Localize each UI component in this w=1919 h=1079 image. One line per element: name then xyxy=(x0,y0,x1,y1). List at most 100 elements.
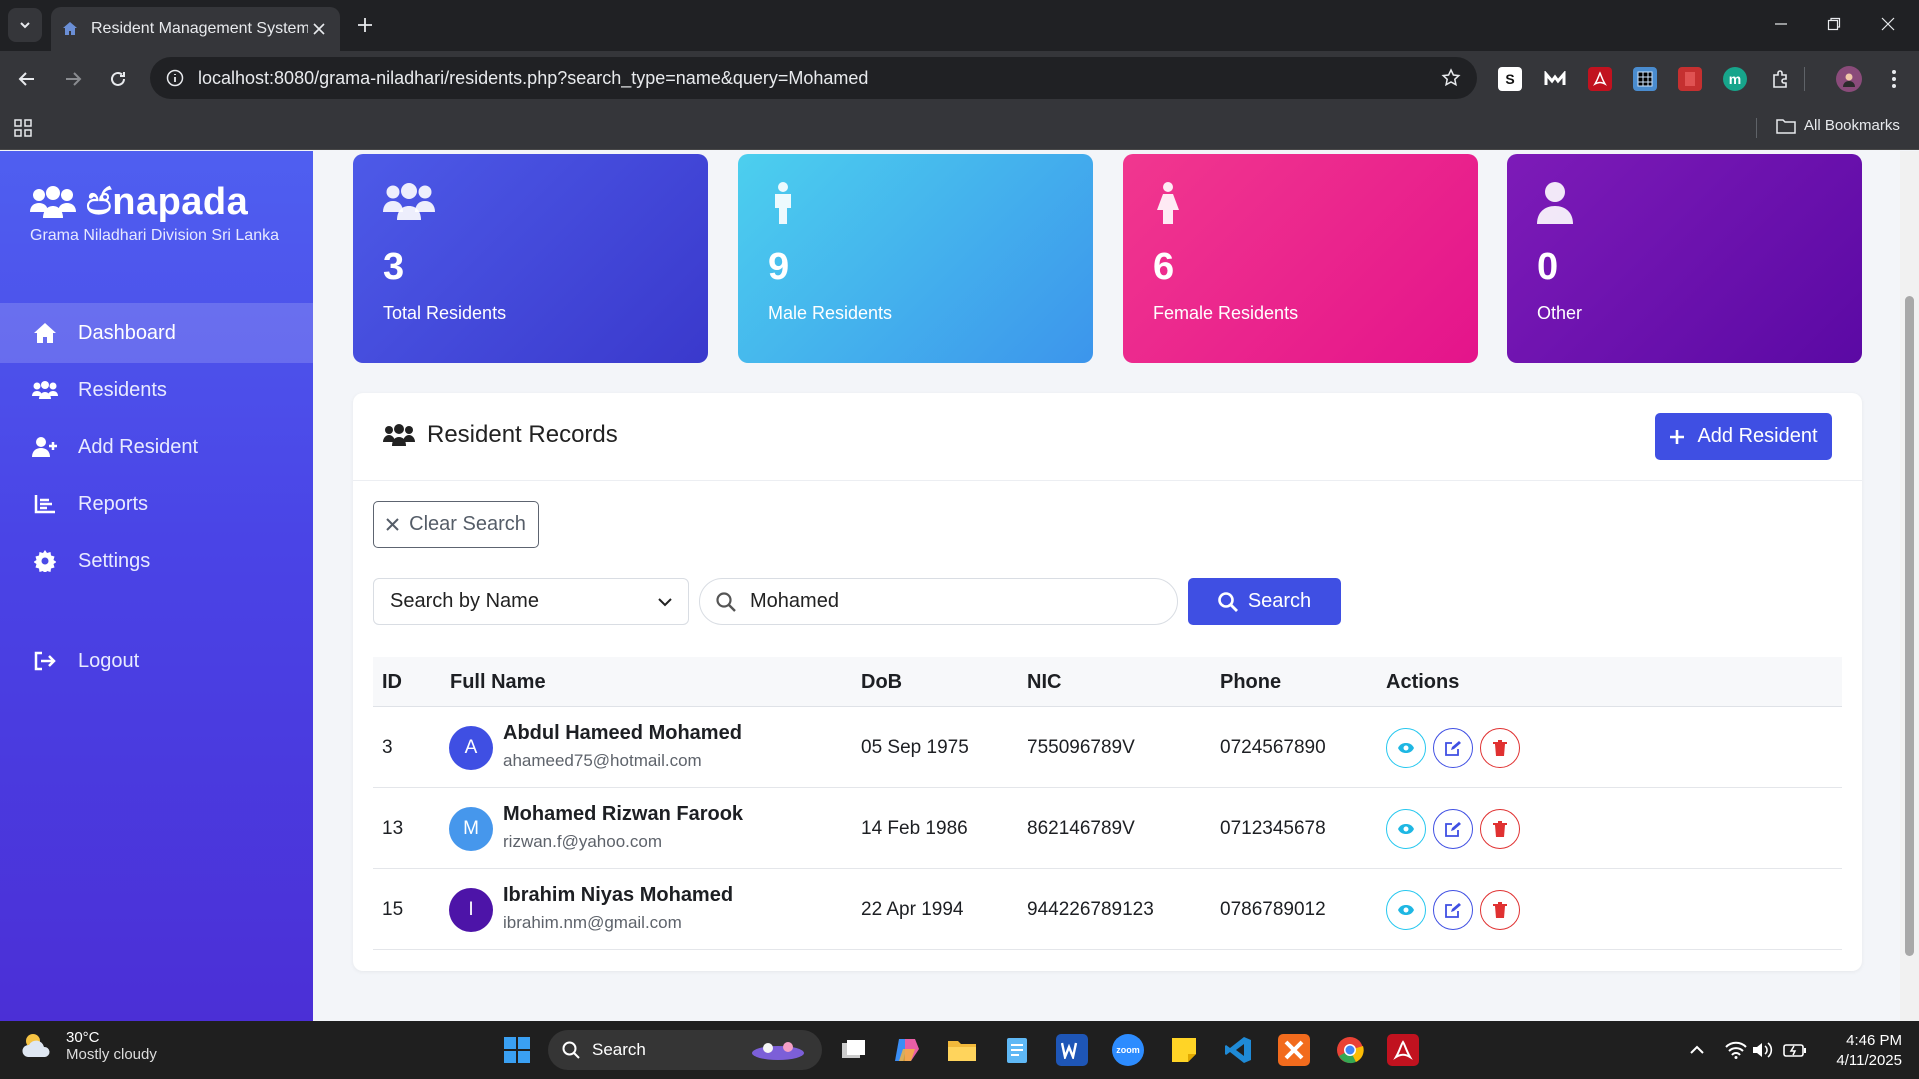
sidebar-item-label: Settings xyxy=(78,549,151,572)
cell-nic: 862146789V xyxy=(1027,818,1135,839)
cell-dob: 22 Apr 1994 xyxy=(861,899,964,920)
brand-subtitle: Grama Niladhari Division Sri Lanka xyxy=(30,227,279,244)
gear-icon xyxy=(32,548,58,574)
close-window-button[interactable] xyxy=(1860,0,1916,48)
edit-icon xyxy=(1445,741,1461,756)
windows-start-icon[interactable] xyxy=(500,1033,534,1067)
column-header-phone[interactable]: Phone xyxy=(1220,671,1281,694)
brand[interactable]: ජnapada xyxy=(30,181,248,224)
sidebar-item-reports[interactable]: Reports xyxy=(0,474,313,534)
stat-card-male[interactable]: 9 Male Residents xyxy=(738,154,1093,363)
taskbar-search-label: Search xyxy=(592,1040,646,1059)
reload-button[interactable] xyxy=(103,64,133,94)
chart-icon xyxy=(32,491,58,517)
sidebar-item-add-resident[interactable]: Add Resident xyxy=(0,417,313,477)
delete-button[interactable] xyxy=(1480,728,1520,768)
notepad-icon[interactable] xyxy=(1001,1034,1033,1066)
page-scrollbar[interactable] xyxy=(1900,151,1919,1021)
stat-label: Female Residents xyxy=(1153,303,1299,323)
logout-icon xyxy=(32,648,58,674)
new-tab-button[interactable] xyxy=(352,12,378,38)
close-tab-icon[interactable] xyxy=(308,18,330,40)
xampp-icon[interactable] xyxy=(1278,1034,1310,1066)
sidebar-item-settings[interactable]: Settings xyxy=(0,531,313,591)
address-bar[interactable]: localhost:8080/grama-niladhari/residents… xyxy=(150,57,1477,99)
search-button[interactable]: Search xyxy=(1188,578,1341,625)
sidebar-item-logout[interactable]: Logout xyxy=(0,631,313,691)
cell-phone: 0786789012 xyxy=(1220,899,1326,920)
chrome-icon[interactable] xyxy=(1334,1034,1366,1066)
view-button[interactable] xyxy=(1386,890,1426,930)
column-header-dob[interactable]: DoB xyxy=(861,671,902,694)
edit-button[interactable] xyxy=(1433,809,1473,849)
show-hidden-icons-icon[interactable] xyxy=(1681,1034,1713,1066)
battery-icon[interactable] xyxy=(1779,1034,1811,1066)
table-header: ID Full Name DoB NIC Phone Actions xyxy=(373,657,1842,707)
file-explorer-icon[interactable] xyxy=(946,1034,978,1066)
taskbar: 30°C Mostly cloudy Search zoom 4:46 PM 4… xyxy=(0,1021,1919,1079)
column-header-nic[interactable]: NIC xyxy=(1027,671,1061,694)
close-icon xyxy=(386,518,399,531)
cell-nic: 944226789123 xyxy=(1027,899,1154,920)
pdf-extension-icon[interactable] xyxy=(1588,67,1612,91)
search-icon xyxy=(716,591,736,612)
system-clock[interactable]: 4:46 PM 4/11/2025 xyxy=(1818,1031,1902,1071)
sticky-notes-icon[interactable] xyxy=(1168,1034,1200,1066)
cell-id: 15 xyxy=(382,899,404,920)
column-header-full-name[interactable]: Full Name xyxy=(450,671,546,694)
clear-search-button[interactable]: Clear Search xyxy=(373,501,539,548)
taskbar-search[interactable]: Search xyxy=(548,1030,822,1070)
extension-s-icon[interactable]: S xyxy=(1498,67,1522,91)
tab-search-button[interactable] xyxy=(8,8,42,42)
web-page: ජnapada Grama Niladhari Division Sri Lan… xyxy=(0,151,1919,1021)
extensions-puzzle-icon[interactable] xyxy=(1768,67,1792,91)
bookmark-extension-icon[interactable] xyxy=(1678,67,1702,91)
add-resident-button[interactable]: Add Resident xyxy=(1655,413,1832,460)
menu-kebab-icon[interactable] xyxy=(1882,67,1906,91)
search-type-select[interactable]: Search by Name xyxy=(373,578,689,625)
task-view-icon[interactable] xyxy=(838,1034,870,1066)
all-bookmarks-button[interactable]: All Bookmarks xyxy=(1776,117,1900,134)
stat-card-total[interactable]: 3 Total Residents xyxy=(353,154,708,363)
bookmarks-bar: All Bookmarks xyxy=(0,106,1919,150)
profile-avatar-icon[interactable] xyxy=(1836,66,1862,92)
star-icon[interactable] xyxy=(1441,68,1461,88)
view-button[interactable] xyxy=(1386,728,1426,768)
sidebar-item-label: Add Resident xyxy=(78,435,199,458)
edit-button[interactable] xyxy=(1433,890,1473,930)
forward-button[interactable] xyxy=(58,64,88,94)
extension-m-round-icon[interactable]: m xyxy=(1723,67,1747,91)
stat-card-female[interactable]: 6 Female Residents xyxy=(1123,154,1478,363)
delete-button[interactable] xyxy=(1480,890,1520,930)
scrollbar-thumb[interactable] xyxy=(1905,296,1914,956)
volume-icon[interactable] xyxy=(1746,1034,1778,1066)
acrobat-icon[interactable] xyxy=(1387,1034,1419,1066)
vscode-icon[interactable] xyxy=(1222,1034,1254,1066)
cell-name: Mohamed Rizwan Farook xyxy=(503,803,744,825)
site-info-icon[interactable] xyxy=(166,69,184,87)
search-input[interactable]: Mohamed xyxy=(699,578,1178,625)
word-icon[interactable] xyxy=(1056,1034,1088,1066)
edit-button[interactable] xyxy=(1433,728,1473,768)
sidebar-item-dashboard[interactable]: Dashboard xyxy=(0,303,313,363)
minimize-button[interactable] xyxy=(1753,0,1809,48)
column-header-id[interactable]: ID xyxy=(382,671,402,694)
extension-m-logo-icon[interactable] xyxy=(1543,67,1567,91)
apps-grid-icon[interactable] xyxy=(14,119,32,137)
weather-widget[interactable]: 30°C Mostly cloudy xyxy=(20,1029,157,1063)
copilot-icon[interactable] xyxy=(891,1034,923,1066)
view-button[interactable] xyxy=(1386,809,1426,849)
delete-button[interactable] xyxy=(1480,809,1520,849)
male-icon xyxy=(768,182,1063,230)
back-button[interactable] xyxy=(12,64,42,94)
stat-card-other[interactable]: 0 Other xyxy=(1507,154,1862,363)
sidebar-item-residents[interactable]: Residents xyxy=(0,360,313,420)
restore-button[interactable] xyxy=(1806,0,1862,48)
user-plus-icon xyxy=(32,434,58,460)
arrow-left-icon xyxy=(18,72,34,86)
grid-extension-icon[interactable] xyxy=(1633,67,1657,91)
stat-value: 3 xyxy=(383,246,405,288)
table-row: 3 A Abdul Hameed Mohamed ahameed75@hotma… xyxy=(373,707,1842,788)
browser-tab[interactable]: Resident Management System xyxy=(51,7,340,51)
zoom-icon[interactable]: zoom xyxy=(1112,1034,1144,1066)
